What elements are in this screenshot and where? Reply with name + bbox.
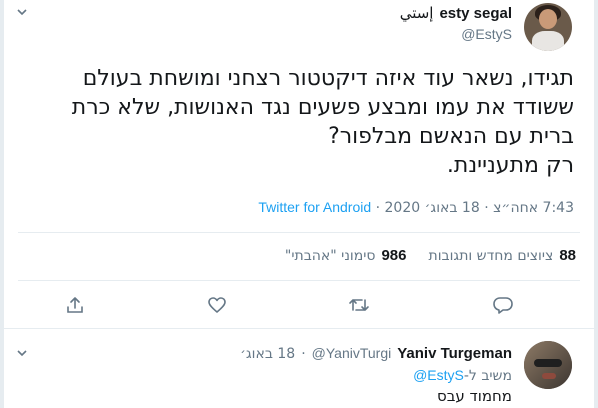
tweet-stats: 88 ציוצים מחדש ותגובות 986 סימוני "אהבתי" (285, 247, 576, 264)
chevron-down-icon[interactable] (16, 6, 28, 18)
retweets-count: 88 (559, 247, 576, 264)
author-name[interactable]: esty segal (439, 5, 512, 22)
likes-label: סימוני "אהבתי" (284, 248, 376, 264)
reply-author-handle[interactable]: @YanivTurgi (312, 345, 392, 361)
replying-prefix: משיב ל- (463, 368, 512, 384)
share-icon (67, 297, 83, 313)
tweet-date[interactable]: 18 באוג׳ 2020 (385, 200, 480, 216)
reply-header: Yaniv Turgeman @YanivTurgi · 18 באוג׳ (240, 345, 512, 362)
author-handle[interactable]: @EstyS (461, 26, 512, 42)
author-name-row[interactable]: إستي esty segal (400, 4, 512, 22)
author-name-arabic: إستي (399, 4, 434, 22)
action-bar (4, 290, 594, 320)
reply-date[interactable]: 18 באוג׳ (240, 346, 295, 362)
chevron-down-icon[interactable] (16, 347, 28, 359)
tweet-time[interactable]: 7:43 אחה״צ (493, 200, 574, 216)
meta-separator: · (301, 346, 306, 362)
avatar[interactable] (524, 341, 572, 389)
comment-icon (493, 297, 513, 314)
reply-author-name[interactable]: Yaniv Turgeman (397, 345, 512, 362)
retweet-button[interactable] (344, 290, 374, 320)
divider (4, 328, 594, 329)
replying-to: משיב ל-@EstyS (413, 367, 512, 384)
heart-icon (208, 297, 226, 313)
retweets-label: ציוצים מחדש ותגובות (428, 248, 554, 264)
frame-border-right (594, 0, 598, 408)
retweets-stat[interactable]: 88 ציוצים מחדש ותגובות (429, 247, 577, 264)
reply-button[interactable] (488, 290, 518, 320)
reply-text: מחמוד עבס (436, 387, 512, 405)
tweet-meta: 7:43 אחה״צ · 18 באוג׳ 2020 · Twitter for… (258, 199, 574, 216)
avatar[interactable] (524, 3, 572, 51)
likes-stat[interactable]: 986 סימוני "אהבתי" (285, 247, 407, 264)
mention-link[interactable]: @EstyS (413, 367, 464, 383)
like-button[interactable] (202, 290, 232, 320)
retweet-icon (349, 299, 369, 311)
likes-count: 986 (381, 247, 407, 264)
divider (18, 280, 580, 281)
tweet-text: תגידו, נשאר עוד איזה דיקטטור רצחני ומושח… (71, 66, 574, 178)
reply-tweet[interactable]: Yaniv Turgeman @YanivTurgi · 18 באוג׳ מש… (4, 333, 594, 408)
tweet-source[interactable]: Twitter for Android (258, 199, 371, 215)
divider (18, 232, 580, 233)
meta-separator: · (375, 200, 381, 216)
main-tweet: إستي esty segal @EstyS תגידו, נשאר עוד א… (4, 0, 594, 330)
meta-separator: · (484, 200, 489, 216)
share-button[interactable] (60, 290, 90, 320)
